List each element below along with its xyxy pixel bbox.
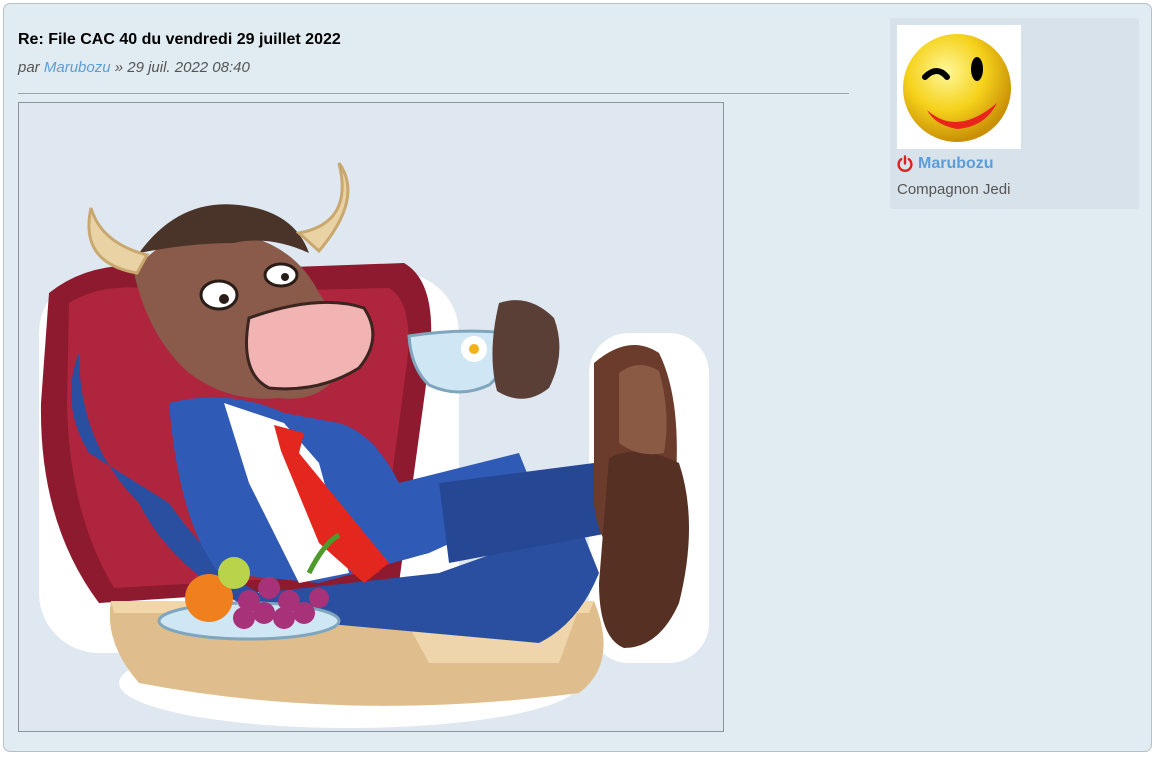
post-title[interactable]: Re: File CAC 40 du vendredi 29 juillet 2… [18,31,341,49]
avatar[interactable] [897,25,1021,149]
post-author-link[interactable]: Marubozu [44,59,111,76]
bull-cartoon-icon [39,162,709,728]
post-container: Re: File CAC 40 du vendredi 29 juillet 2… [3,3,1152,752]
post-meta-prefix: par [18,59,40,76]
post-profile: Marubozu Compagnon Jedi [890,18,1139,209]
profile-name-row: Marubozu [896,155,994,173]
winking-smiley-icon [903,34,1011,142]
profile-username[interactable]: Marubozu [918,155,994,173]
profile-rank: Compagnon Jedi [897,181,1011,198]
post-divider [18,93,849,94]
post-date: » 29 juil. 2022 08:40 [114,59,250,76]
post-attachment-image[interactable] [18,102,724,732]
post-meta: par Marubozu » 29 juil. 2022 08:40 [18,59,250,76]
power-icon [896,155,914,173]
